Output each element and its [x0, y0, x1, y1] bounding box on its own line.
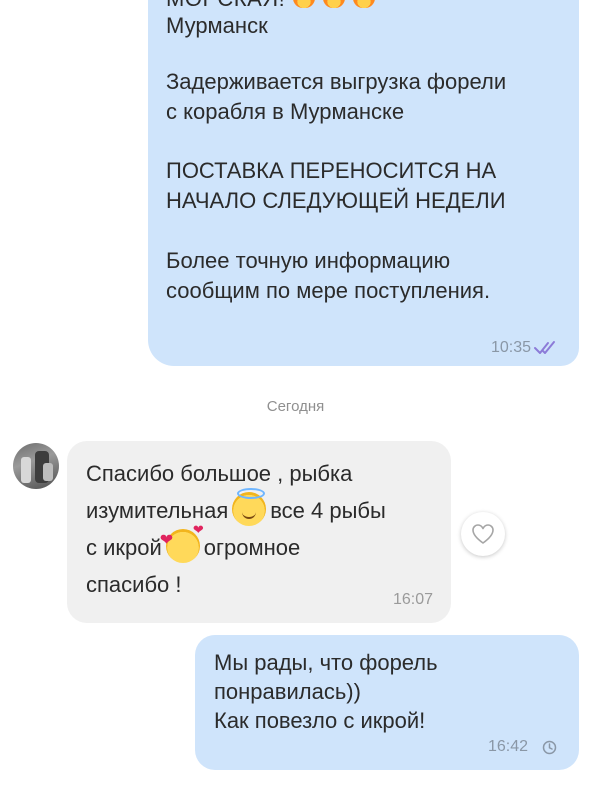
message-time: 16:42: [487, 738, 528, 755]
message-bubble-outgoing-1[interactable]: МОРСКАЯ! Мурманск Задерживается выгрузка…: [148, 0, 579, 366]
message-text-line: сообщим по мере поступления.: [166, 278, 491, 303]
message-text-line: Мы рады, что форель: [214, 650, 438, 675]
message-bubble-incoming[interactable]: Спасибо большое , рыбка изумительная все …: [67, 441, 451, 623]
message-bubble-outgoing-2[interactable]: Мы рады, что форель понравилась)) Как по…: [195, 635, 579, 770]
clock-icon: [542, 740, 557, 755]
message-text-line: понравилась)): [214, 679, 361, 704]
message-time: 10:35: [490, 339, 531, 356]
message-text-line: Спасибо большое , рыбка: [86, 461, 353, 486]
message-text: Спасибо большое , рыбка изумительная все …: [86, 455, 436, 603]
message-text-line: с корабля в Мурманске: [166, 99, 405, 124]
fire-emoji-icon: [323, 0, 346, 8]
double-check-icon: [534, 341, 555, 354]
message-text-line: Задерживается выгрузка форели: [166, 69, 507, 94]
smiling-face-with-halo-emoji-icon: [232, 488, 267, 526]
like-reaction-button[interactable]: [461, 512, 505, 556]
fire-emoji-icon: [353, 0, 376, 8]
message-city: Мурманск: [166, 11, 268, 41]
message-paragraph-delay: Задерживается выгрузка форели с корабля …: [166, 67, 506, 127]
message-text-line: Как повезло с икрой!: [214, 708, 426, 733]
message-text-line: изумительная все 4 рыбы: [86, 488, 436, 529]
heart-outline-icon: [472, 524, 494, 544]
message-text-line: Более точную информацию: [166, 248, 451, 273]
message-paragraph-postpone: ПОСТАВКА ПЕРЕНОСИТСЯ НА НАЧАЛО СЛЕДУЮЩЕЙ…: [166, 156, 506, 216]
message-text-line: Мурманск: [166, 13, 268, 38]
avatar[interactable]: [13, 443, 59, 489]
message-time: 16:07: [392, 591, 433, 608]
message-text-line: с икройогромное: [86, 523, 436, 566]
message-text: Мы рады, что форель понравилась)) Как по…: [214, 648, 438, 735]
smiling-face-with-hearts-emoji-icon: [160, 523, 204, 563]
date-separator: Сегодня: [266, 398, 325, 415]
message-text-line: спасибо !: [86, 572, 182, 597]
message-text-line: ПОСТАВКА ПЕРЕНОСИТСЯ НА: [166, 158, 497, 183]
fire-emoji-icon: [293, 0, 316, 8]
message-paragraph-info: Более точную информацию сообщим по мере …: [166, 246, 490, 306]
message-text-line: НАЧАЛО СЛЕДУЮЩЕЙ НЕДЕЛИ: [166, 188, 506, 213]
